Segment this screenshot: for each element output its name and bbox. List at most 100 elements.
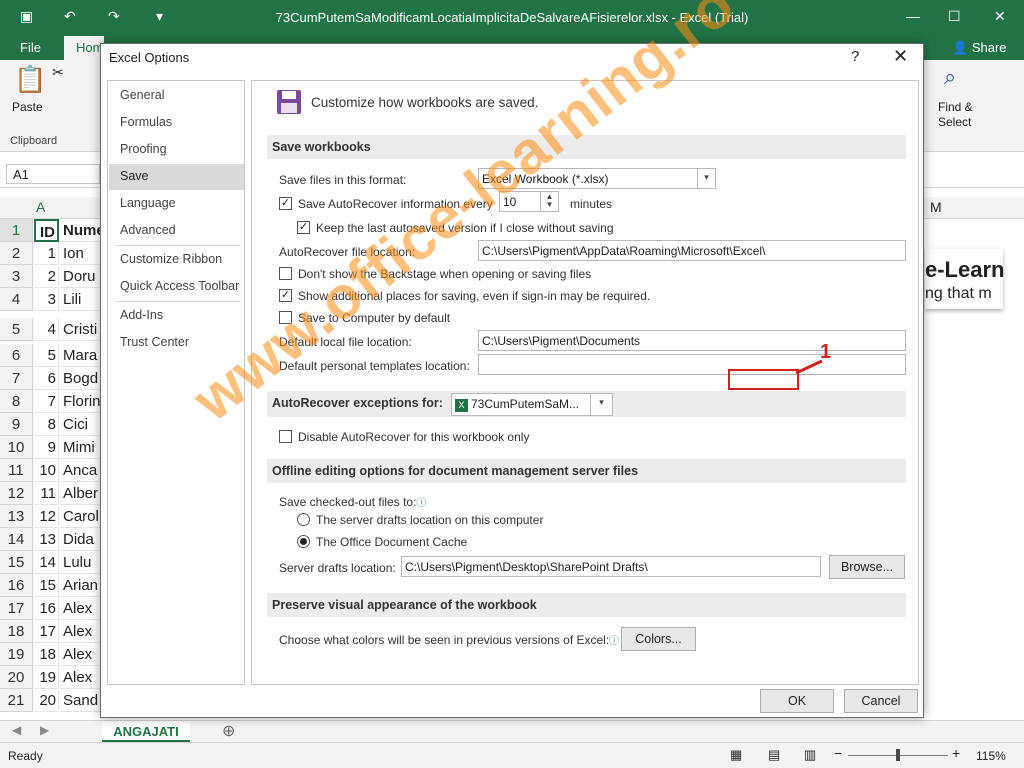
cell-id[interactable]: 18 (34, 643, 59, 666)
row-header[interactable]: 9 (0, 413, 33, 436)
cell-id[interactable]: 7 (34, 390, 59, 413)
close-dialog-button[interactable]: ✕ (893, 46, 908, 67)
row-header[interactable]: 7 (0, 367, 33, 390)
cut-icon[interactable]: ✂ (52, 64, 64, 81)
cell-id[interactable]: 3 (34, 288, 59, 311)
zoom-level[interactable]: 115% (976, 749, 1006, 763)
keep-last-autosaved-checkbox[interactable]: ✓ (297, 221, 310, 234)
cell-name[interactable]: Sand (60, 689, 102, 712)
prev-sheet-icon[interactable]: ◀ (12, 723, 21, 737)
nav-item-proofing[interactable]: Proofing (109, 137, 244, 163)
row-header[interactable]: 19 (0, 643, 33, 666)
cell-id[interactable]: 12 (34, 505, 59, 528)
paste-icon[interactable]: 📋 (14, 64, 46, 95)
find-select-button[interactable]: Find & Select (938, 100, 973, 130)
cell-id[interactable]: 15 (34, 574, 59, 597)
cell-name[interactable]: Nume (60, 219, 102, 242)
row-header[interactable]: 1 (0, 219, 33, 242)
cell-id[interactable]: ID (34, 219, 59, 242)
cell-name[interactable]: Mimi (60, 436, 102, 459)
paste-label[interactable]: Paste (12, 100, 43, 114)
cell-name[interactable]: Lili (60, 288, 102, 311)
find-icon[interactable]: ⌕ (944, 64, 956, 90)
nav-item-formulas[interactable]: Formulas (109, 110, 244, 136)
help-button[interactable]: ? (851, 48, 859, 65)
nav-item-quick-access-toolbar[interactable]: Quick Access Toolbar (109, 274, 244, 300)
row-header[interactable]: 13 (0, 505, 33, 528)
cell-id[interactable]: 10 (34, 459, 59, 482)
save-format-select[interactable]: Excel Workbook (*.xlsx) ▾ (478, 168, 716, 189)
cell-name[interactable]: Carol (60, 505, 102, 528)
embedded-picture[interactable]: e-Learn ng that m (925, 249, 1004, 309)
cell-id[interactable]: 14 (34, 551, 59, 574)
row-header[interactable]: 14 (0, 528, 33, 551)
cell-id[interactable]: 1 (34, 242, 59, 265)
tab-file[interactable]: File (20, 40, 41, 55)
autorecover-location-input[interactable]: C:\Users\Pigment\AppData\Roaming\Microso… (478, 240, 906, 261)
name-box[interactable]: A1 (6, 164, 100, 184)
cell-name[interactable]: Alex (60, 666, 102, 689)
cell-id[interactable]: 20 (34, 689, 59, 712)
zoom-thumb[interactable] (896, 749, 900, 761)
row-header[interactable]: 17 (0, 597, 33, 620)
nav-item-language[interactable]: Language (109, 191, 244, 217)
default-local-location-input[interactable]: C:\Users\Pigment\Documents (478, 330, 906, 351)
nav-item-general[interactable]: General (109, 83, 244, 109)
cell-name[interactable]: Alex (60, 597, 102, 620)
nav-item-customize-ribbon[interactable]: Customize Ribbon (109, 247, 244, 273)
nav-item-save[interactable]: Save (109, 164, 244, 190)
nav-item-trust-center[interactable]: Trust Center (109, 330, 244, 356)
maximize-icon[interactable]: ☐ (948, 8, 961, 25)
row-header[interactable]: 11 (0, 459, 33, 482)
minimize-icon[interactable]: — (906, 8, 920, 24)
row-header[interactable]: 6 (0, 344, 33, 367)
cell-id[interactable]: 2 (34, 265, 59, 288)
cell-id[interactable]: 8 (34, 413, 59, 436)
page-break-icon[interactable]: ▥ (804, 747, 816, 763)
cell-id[interactable]: 5 (34, 344, 59, 367)
normal-view-icon[interactable]: ▦ (730, 747, 742, 763)
cell-id[interactable]: 13 (34, 528, 59, 551)
cell-name[interactable]: Anca (60, 459, 102, 482)
autorecover-minutes-input[interactable]: 10 ▲ ▼ (499, 191, 559, 212)
row-header[interactable]: 10 (0, 436, 33, 459)
server-drafts-radio[interactable] (297, 513, 310, 526)
row-header[interactable]: 18 (0, 620, 33, 643)
cell-name[interactable]: Cristi (60, 318, 102, 341)
server-drafts-location-input[interactable]: C:\Users\Pigment\Desktop\SharePoint Draf… (401, 556, 821, 577)
cell-id[interactable]: 19 (34, 666, 59, 689)
autorecover-checkbox[interactable]: ✓ (279, 197, 292, 210)
save-to-computer-checkbox[interactable] (279, 311, 292, 324)
cell-id[interactable]: 17 (34, 620, 59, 643)
cell-name[interactable]: Doru (60, 265, 102, 288)
nav-item-add-ins[interactable]: Add-Ins (109, 303, 244, 329)
cell-name[interactable]: Arian (60, 574, 102, 597)
page-layout-icon[interactable]: ▤ (768, 747, 780, 763)
nav-item-advanced[interactable]: Advanced (109, 218, 244, 244)
next-sheet-icon[interactable]: ▶ (40, 723, 49, 737)
row-header[interactable]: 20 (0, 666, 33, 689)
cell-id[interactable]: 11 (34, 482, 59, 505)
tab-home[interactable]: Home (64, 36, 111, 60)
office-cache-radio[interactable] (297, 535, 310, 548)
ok-button[interactable]: OK (760, 689, 834, 713)
exceptions-workbook-select[interactable]: X 73CumPutemSaM... ▾ (451, 393, 613, 416)
cell-name[interactable]: Alex (60, 643, 102, 666)
share-button[interactable]: 👤 Share (952, 40, 1007, 56)
cell-name[interactable]: Alex (60, 620, 102, 643)
zoom-out-icon[interactable]: − (834, 745, 842, 761)
cell-id[interactable]: 6 (34, 367, 59, 390)
personal-templates-input[interactable] (478, 354, 906, 375)
row-header[interactable]: 3 (0, 265, 33, 288)
cancel-button[interactable]: Cancel (844, 689, 918, 713)
row-header[interactable]: 8 (0, 390, 33, 413)
row-header[interactable]: 16 (0, 574, 33, 597)
cell-name[interactable]: Ion (60, 242, 102, 265)
close-window-icon[interactable]: ✕ (994, 8, 1006, 25)
backstage-checkbox[interactable] (279, 267, 292, 280)
disable-autorecover-checkbox[interactable] (279, 430, 292, 443)
additional-places-checkbox[interactable]: ✓ (279, 289, 292, 302)
cell-name[interactable]: Alber (60, 482, 102, 505)
column-header-a[interactable]: A (36, 199, 45, 215)
cell-id[interactable]: 16 (34, 597, 59, 620)
